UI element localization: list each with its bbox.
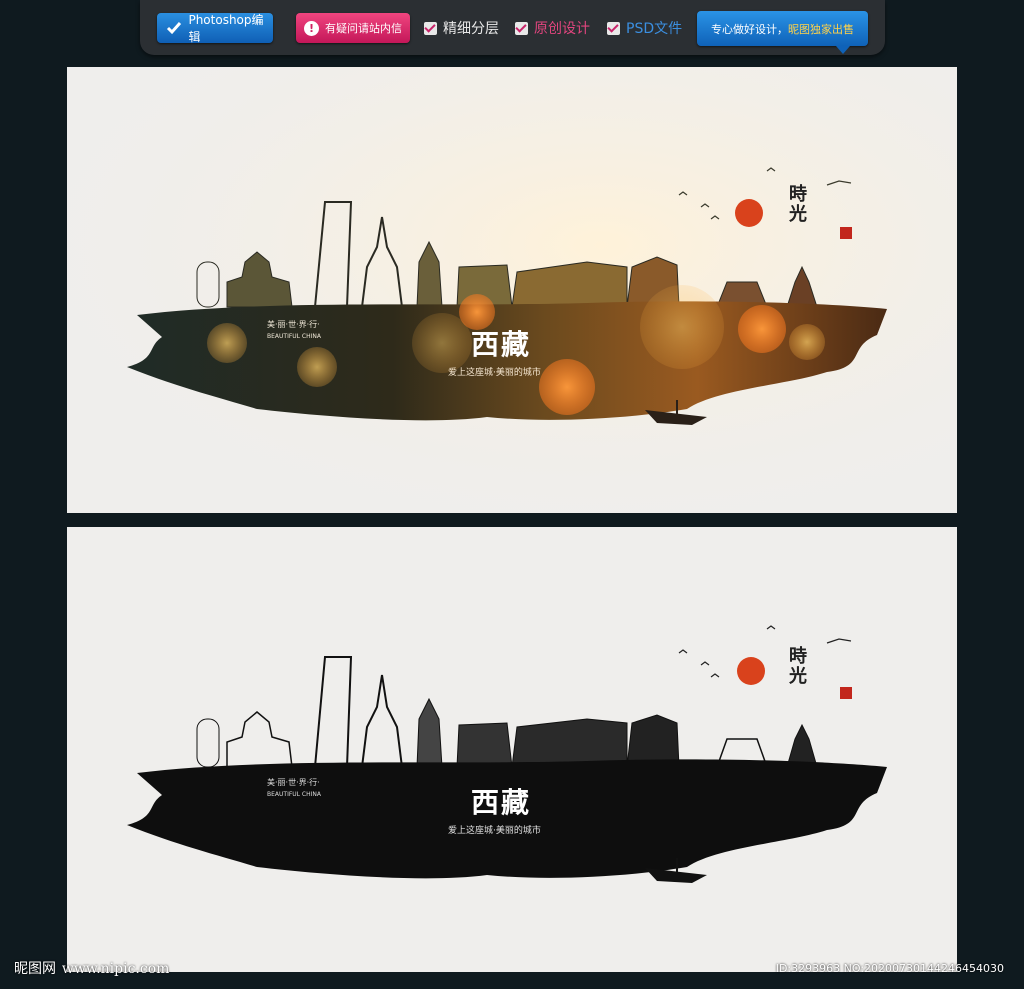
photoshop-edit-label: Photoshop编辑 (188, 13, 264, 44)
checkmark-icon (165, 19, 182, 37)
poster-slogan: 爱上这座城·美丽的城市 (448, 368, 541, 378)
poster-preview-color: 西藏 爱上这座城·美丽的城市 美·丽·世·界·行· BEAUTIFUL CHIN… (67, 67, 957, 513)
contact-question-button[interactable]: ! 有疑问请站内信 (296, 13, 410, 43)
feature-layers-label: 精细分层 (443, 21, 499, 37)
feature-layers: 精细分层 (424, 18, 499, 38)
promo-badge[interactable]: 专心做好设计， 昵图独家出售 (697, 11, 868, 54)
checkbox-icon (607, 21, 620, 35)
poster-tag-cn: 美·丽·世·界·行· (267, 778, 320, 787)
red-seal-icon (840, 227, 852, 239)
feature-psd: PSD文件 (607, 18, 682, 38)
promo-text: 专心做好设计， (711, 22, 788, 36)
feature-psd-label: PSD文件 (626, 21, 683, 37)
poster-slogan: 爱上这座城·美丽的城市 (448, 826, 541, 836)
site-url: www.nipic.com (61, 961, 170, 977)
poster-tag-cn: 美·丽·世·界·行· (267, 320, 320, 329)
promo-highlight: 昵图独家出售 (788, 22, 854, 36)
red-seal-icon (840, 687, 852, 699)
exclamation-icon: ! (304, 20, 319, 36)
feature-original: 原创设计 (515, 18, 590, 38)
poster-preview-mono: 西藏 爱上这座城·美丽的城市 美·丽·世·界·行· BEAUTIFUL CHIN… (67, 527, 957, 972)
poster-tag-en: BEAUTIFUL CHINA (267, 333, 321, 340)
poster-tag-en: BEAUTIFUL CHINA (267, 791, 321, 798)
contact-question-label: 有疑问请站内信 (325, 22, 402, 35)
poster-side-title: 時光 (789, 646, 807, 687)
photoshop-edit-button[interactable]: Photoshop编辑 (157, 13, 273, 44)
site-logo-text: 昵图网 (14, 961, 56, 977)
checkbox-icon (424, 21, 437, 35)
checkbox-icon (515, 21, 528, 35)
poster-title: 西藏 (471, 786, 532, 819)
image-id-label: ID:3293963 NO:20200730144246454030 (775, 962, 1004, 975)
poster-title: 西藏 (471, 328, 532, 361)
site-logo: 昵图网 www.nipic.com (14, 958, 169, 978)
feature-original-label: 原创设计 (534, 21, 590, 37)
poster-side-title: 時光 (789, 184, 807, 225)
